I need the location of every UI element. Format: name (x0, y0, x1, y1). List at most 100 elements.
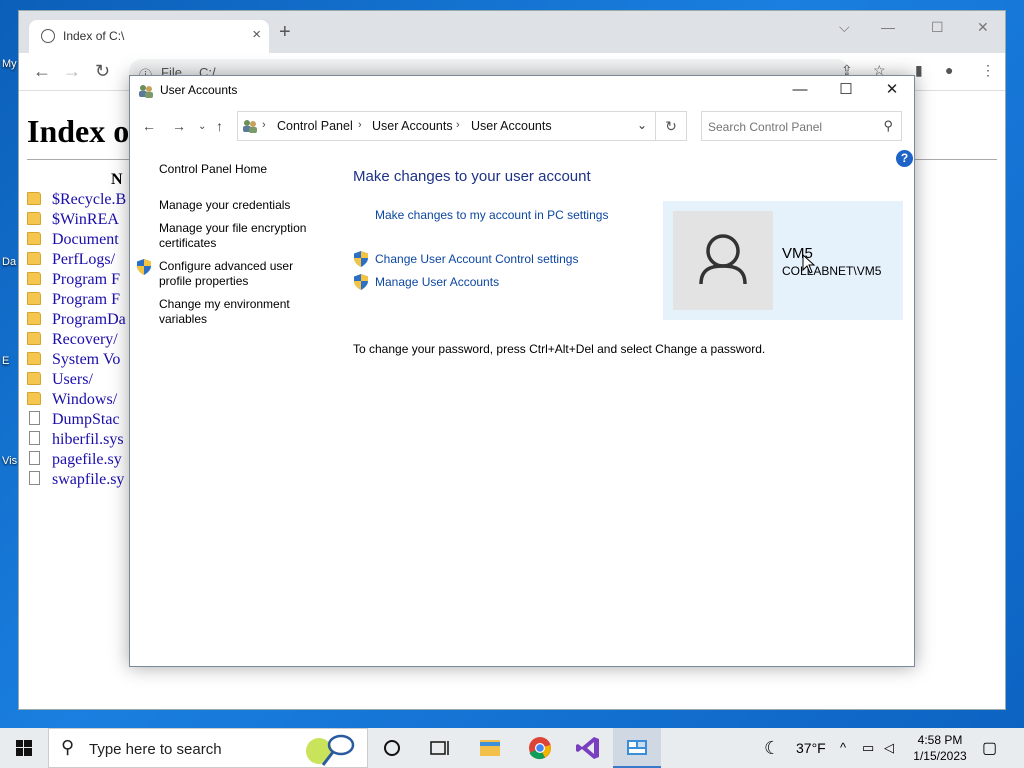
list-item-label[interactable]: Users/ (52, 371, 93, 388)
up-icon[interactable]: ↑ (216, 118, 223, 134)
folder-icon (27, 392, 41, 405)
back-icon[interactable]: ← (33, 61, 51, 82)
side-panel-icon[interactable]: ▮ (915, 62, 923, 79)
breadcrumb-user-accounts[interactable]: User Accounts (372, 119, 453, 133)
clock[interactable]: 4:58 PM 1/15/2023 (905, 732, 975, 764)
desktop-icon-label[interactable]: Vis (2, 455, 17, 467)
recent-locations-chevron-icon[interactable]: ⌄ (198, 121, 206, 132)
task-view-button[interactable] (416, 728, 464, 768)
list-item[interactable]: ProgramDa (27, 311, 126, 331)
list-item-label[interactable]: Recovery/ (52, 331, 118, 348)
weather-moon-icon[interactable]: ☾ (764, 738, 780, 759)
volume-icon[interactable]: ◁ (884, 740, 894, 756)
control-panel-home-link[interactable]: Control Panel Home (159, 162, 324, 177)
address-bar[interactable]: › Control Panel › User Accounts › User A… (237, 111, 656, 141)
list-item-label[interactable]: ProgramDa (52, 311, 126, 328)
user-account-tile[interactable]: VM5 COLLABNET\VM5 (663, 201, 903, 320)
list-item[interactable]: Program F (27, 271, 126, 291)
file-explorer-button[interactable] (466, 728, 514, 768)
profile-avatar-icon[interactable]: ● (945, 62, 953, 78)
close-icon[interactable]: ✕ (977, 19, 989, 36)
window-title-bar[interactable]: User Accounts — ☐ ✕ (130, 76, 914, 106)
list-item-label[interactable]: swapfile.sy (52, 471, 124, 488)
list-item[interactable]: swapfile.sy (27, 471, 126, 491)
list-item[interactable]: Program F (27, 291, 126, 311)
desktop-icon-label[interactable]: Da (2, 256, 16, 268)
show-hidden-icons-chevron-icon[interactable]: ^ (840, 740, 846, 755)
list-item-label[interactable]: Document (52, 231, 119, 248)
list-item-label[interactable]: System Vo (52, 351, 120, 368)
folder-icon (27, 192, 41, 205)
file-encryption-link[interactable]: Manage your file encryption certificates (159, 221, 324, 251)
notifications-icon[interactable]: ▢ (982, 738, 997, 758)
environment-variables-link[interactable]: Change my environment variables (159, 297, 324, 327)
search-input[interactable] (708, 118, 868, 135)
folder-icon (27, 352, 41, 365)
list-item[interactable]: $WinREA (27, 211, 126, 231)
desktop-icon-label[interactable]: My (2, 58, 17, 70)
folder-icon (27, 252, 41, 265)
list-item[interactable]: $Recycle.B (27, 191, 126, 211)
network-icon[interactable]: ▭ (862, 740, 874, 756)
list-item[interactable]: Recovery/ (27, 331, 126, 351)
list-item-label[interactable]: Program F (52, 291, 120, 308)
menu-kebab-icon[interactable]: ⋮ (981, 62, 995, 79)
minimize-button[interactable]: — (777, 76, 823, 106)
chevron-down-icon[interactable]: ⌵ (839, 19, 850, 36)
uac-settings-link[interactable]: Change User Account Control settings (375, 252, 578, 266)
list-item[interactable]: pagefile.sy (27, 451, 126, 471)
maximize-button[interactable]: ☐ (823, 76, 869, 106)
task-view-cortana-button[interactable] (368, 728, 416, 768)
list-item-label[interactable]: hiberfil.sys (52, 431, 124, 448)
list-item-label[interactable]: Program F (52, 271, 120, 288)
globe-icon (41, 29, 55, 43)
forward-icon[interactable]: → (63, 61, 81, 82)
browser-tab[interactable]: Index of C:\ × (29, 20, 269, 53)
taskbar-search[interactable]: ⚲ Type here to search (48, 728, 368, 768)
list-item-label[interactable]: $Recycle.B (52, 191, 126, 208)
column-header-name[interactable]: N (111, 171, 123, 189)
list-item[interactable]: DumpStac (27, 411, 126, 431)
control-panel-taskbar-button[interactable] (613, 728, 661, 768)
chevron-down-icon[interactable]: ⌄ (637, 118, 647, 132)
chevron-right-icon[interactable]: › (262, 119, 266, 131)
manage-user-accounts-link[interactable]: Manage User Accounts (375, 275, 499, 289)
minimize-icon[interactable]: — (881, 19, 895, 35)
breadcrumb-control-panel[interactable]: Control Panel (277, 119, 353, 133)
uac-shield-icon (137, 259, 151, 275)
list-item[interactable]: PerfLogs/ (27, 251, 126, 271)
desktop-icon-label[interactable]: E (2, 355, 9, 367)
back-icon[interactable]: ← (142, 118, 156, 134)
manage-credentials-link[interactable]: Manage your credentials (159, 198, 324, 213)
list-item-label[interactable]: Windows/ (52, 391, 117, 408)
avatar[interactable] (673, 211, 773, 310)
close-button[interactable]: ✕ (869, 76, 915, 106)
chevron-right-icon[interactable]: › (456, 119, 460, 131)
new-tab-button[interactable]: + (279, 22, 291, 42)
chrome-button[interactable] (516, 728, 564, 768)
start-button[interactable] (0, 728, 48, 768)
forward-icon[interactable]: → (172, 118, 186, 134)
search-icon[interactable]: ⚲ (883, 118, 893, 134)
list-item-label[interactable]: PerfLogs/ (52, 251, 115, 268)
help-button[interactable]: ? (896, 150, 913, 167)
breadcrumb-user-accounts-current[interactable]: User Accounts (471, 119, 552, 133)
list-item-label[interactable]: pagefile.sy (52, 451, 122, 468)
refresh-button[interactable]: ↻ (655, 111, 687, 141)
close-tab-icon[interactable]: × (252, 26, 261, 43)
reload-icon[interactable]: ↻ (95, 61, 110, 82)
advanced-profile-link[interactable]: Configure advanced user profile properti… (159, 259, 324, 289)
search-box[interactable]: ⚲ (701, 111, 902, 141)
list-item[interactable]: System Vo (27, 351, 126, 371)
visual-studio-button[interactable] (564, 728, 612, 768)
list-item[interactable]: hiberfil.sys (27, 431, 126, 451)
list-item[interactable]: Users/ (27, 371, 126, 391)
list-item-label[interactable]: $WinREA (52, 211, 119, 228)
list-item[interactable]: Document (27, 231, 126, 251)
chevron-right-icon[interactable]: › (358, 119, 362, 131)
list-item[interactable]: Windows/ (27, 391, 126, 411)
weather-temperature[interactable]: 37°F (796, 740, 826, 756)
maximize-icon[interactable]: ☐ (931, 19, 944, 36)
pc-settings-link[interactable]: Make changes to my account in PC setting… (375, 208, 608, 222)
list-item-label[interactable]: DumpStac (52, 411, 120, 428)
